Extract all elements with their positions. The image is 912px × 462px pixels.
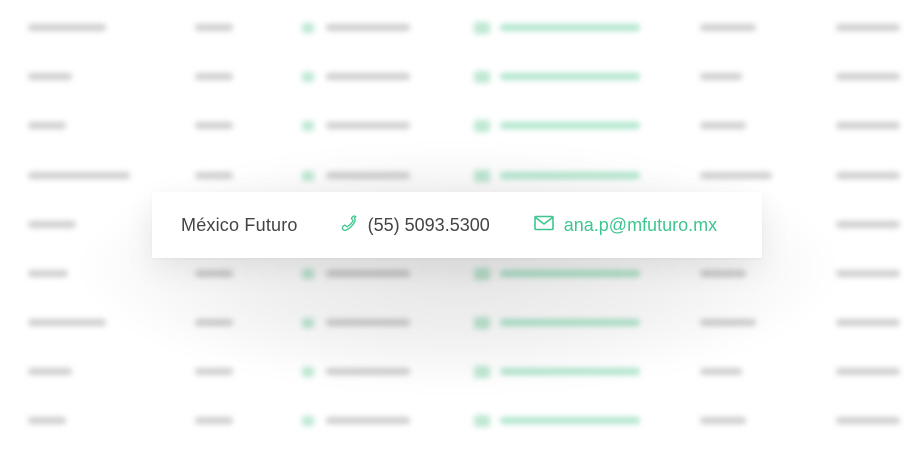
email-address: ana.p@mfuturo.mx xyxy=(563,214,718,235)
blurred-row xyxy=(0,18,912,38)
organization-name: México Futuro xyxy=(181,214,298,235)
blurred-row xyxy=(0,116,912,136)
card-shadow xyxy=(84,148,834,388)
phone-icon xyxy=(340,213,368,238)
mail-icon xyxy=(533,215,564,236)
blurred-row xyxy=(0,67,912,87)
focused-contact-row[interactable]: México Futuro (55) 5093.5300 ana.p@mfutu… xyxy=(152,192,762,258)
email-link[interactable]: ana.p@mfuturo.mx xyxy=(533,214,718,236)
blurred-row xyxy=(0,411,912,431)
phone-link[interactable]: (55) 5093.5300 xyxy=(340,213,490,238)
contacts-view: México Futuro (55) 5093.5300 ana.p@mfutu… xyxy=(0,0,912,462)
phone-number: (55) 5093.5300 xyxy=(367,214,490,235)
